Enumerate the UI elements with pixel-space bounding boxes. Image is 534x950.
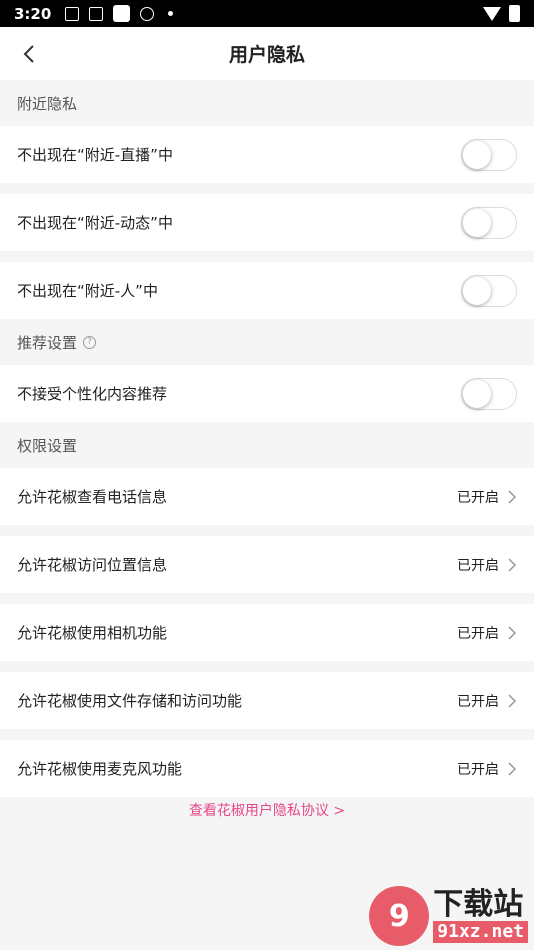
watermark-main: 下载站 (433, 887, 524, 922)
permission-label: 允许花椒使用麦克风功能 (17, 760, 183, 778)
chevron-right-icon (508, 693, 517, 708)
battery-icon (509, 5, 520, 22)
chevron-left-icon (23, 45, 34, 63)
page-title: 用户隐私 (228, 44, 305, 66)
permission-status: 已开启 (457, 487, 517, 507)
toggle-nearby-moments[interactable] (461, 206, 517, 239)
help-icon[interactable]: ? (83, 335, 97, 349)
toggle-knob (463, 379, 491, 408)
permission-status: 已开启 (457, 691, 517, 711)
toggle-knob (463, 276, 491, 305)
status-bar: 3:20 (0, 0, 534, 27)
section-header-label: 推荐设置 (17, 333, 78, 352)
section-header-label: 权限设置 (17, 436, 78, 455)
chevron-right-icon (508, 625, 517, 640)
toggle-nearby-live[interactable] (461, 138, 517, 171)
permission-status-text: 已开启 (457, 693, 499, 710)
permission-status: 已开启 (457, 759, 517, 779)
more-notifications-icon (168, 11, 174, 16)
permission-status-text: 已开启 (457, 761, 499, 778)
watermark-logo: 9 (369, 886, 430, 946)
section-header-recommend: 推荐设置 ? (0, 319, 534, 365)
app-notification-icon (113, 5, 131, 22)
setting-row-nearby-moments: 不出现在“附近-动态”中 (0, 194, 534, 251)
chevron-right-icon (508, 489, 517, 504)
setting-label: 不出现在“附近-人”中 (17, 282, 158, 300)
toggle-knob (463, 208, 491, 237)
permission-row-phone[interactable]: 允许花椒查看电话信息 已开启 (0, 468, 534, 525)
toggle-nearby-people[interactable] (461, 274, 517, 307)
toggle-personalized[interactable] (461, 377, 517, 410)
sync-notification-icon (140, 6, 155, 21)
setting-label: 不接受个性化内容推荐 (17, 385, 168, 403)
permission-label: 允许花椒访问位置信息 (17, 556, 168, 574)
permission-status-text: 已开启 (457, 625, 499, 642)
setting-row-nearby-live: 不出现在“附近-直播”中 (0, 126, 534, 183)
back-button[interactable] (12, 37, 46, 71)
permission-label: 允许花椒使用相机功能 (17, 624, 168, 642)
watermark-sub: 91xz.net (433, 921, 528, 943)
toggle-knob (463, 140, 491, 169)
gallery-notification-icon-2 (89, 6, 104, 21)
permission-status-text: 已开启 (457, 489, 499, 506)
permission-label: 允许花椒查看电话信息 (17, 488, 168, 506)
setting-row-nearby-people: 不出现在“附近-人”中 (0, 262, 534, 319)
section-header-permissions: 权限设置 (0, 422, 534, 468)
permission-row-camera[interactable]: 允许花椒使用相机功能 已开启 (0, 604, 534, 661)
watermark: 9 下载站 91xz.net (369, 886, 528, 946)
watermark-text: 下载站 91xz.net (433, 889, 528, 943)
permission-label: 允许花椒使用文件存储和访问功能 (17, 692, 243, 710)
setting-label: 不出现在“附近-动态”中 (17, 214, 173, 232)
permission-status-text: 已开启 (457, 557, 499, 574)
permission-row-location[interactable]: 允许花椒访问位置信息 已开启 (0, 536, 534, 593)
setting-label: 不出现在“附近-直播”中 (17, 146, 173, 164)
section-header-nearby: 附近隐私 (0, 80, 534, 126)
privacy-policy-link[interactable]: 查看花椒用户隐私协议 > (0, 797, 534, 823)
permission-row-microphone[interactable]: 允许花椒使用麦克风功能 已开启 (0, 740, 534, 797)
gallery-notification-icon (65, 6, 80, 21)
permission-row-storage[interactable]: 允许花椒使用文件存储和访问功能 已开启 (0, 672, 534, 729)
section-header-label: 附近隐私 (17, 94, 78, 113)
status-time: 3:20 (14, 4, 52, 23)
permission-status: 已开启 (457, 555, 517, 575)
nav-bar: 用户隐私 (0, 27, 534, 80)
chevron-right-icon (508, 557, 517, 572)
chevron-right-icon (508, 761, 517, 776)
setting-row-personalized: 不接受个性化内容推荐 (0, 365, 534, 422)
wifi-icon (483, 6, 501, 21)
permission-status: 已开启 (457, 623, 517, 643)
